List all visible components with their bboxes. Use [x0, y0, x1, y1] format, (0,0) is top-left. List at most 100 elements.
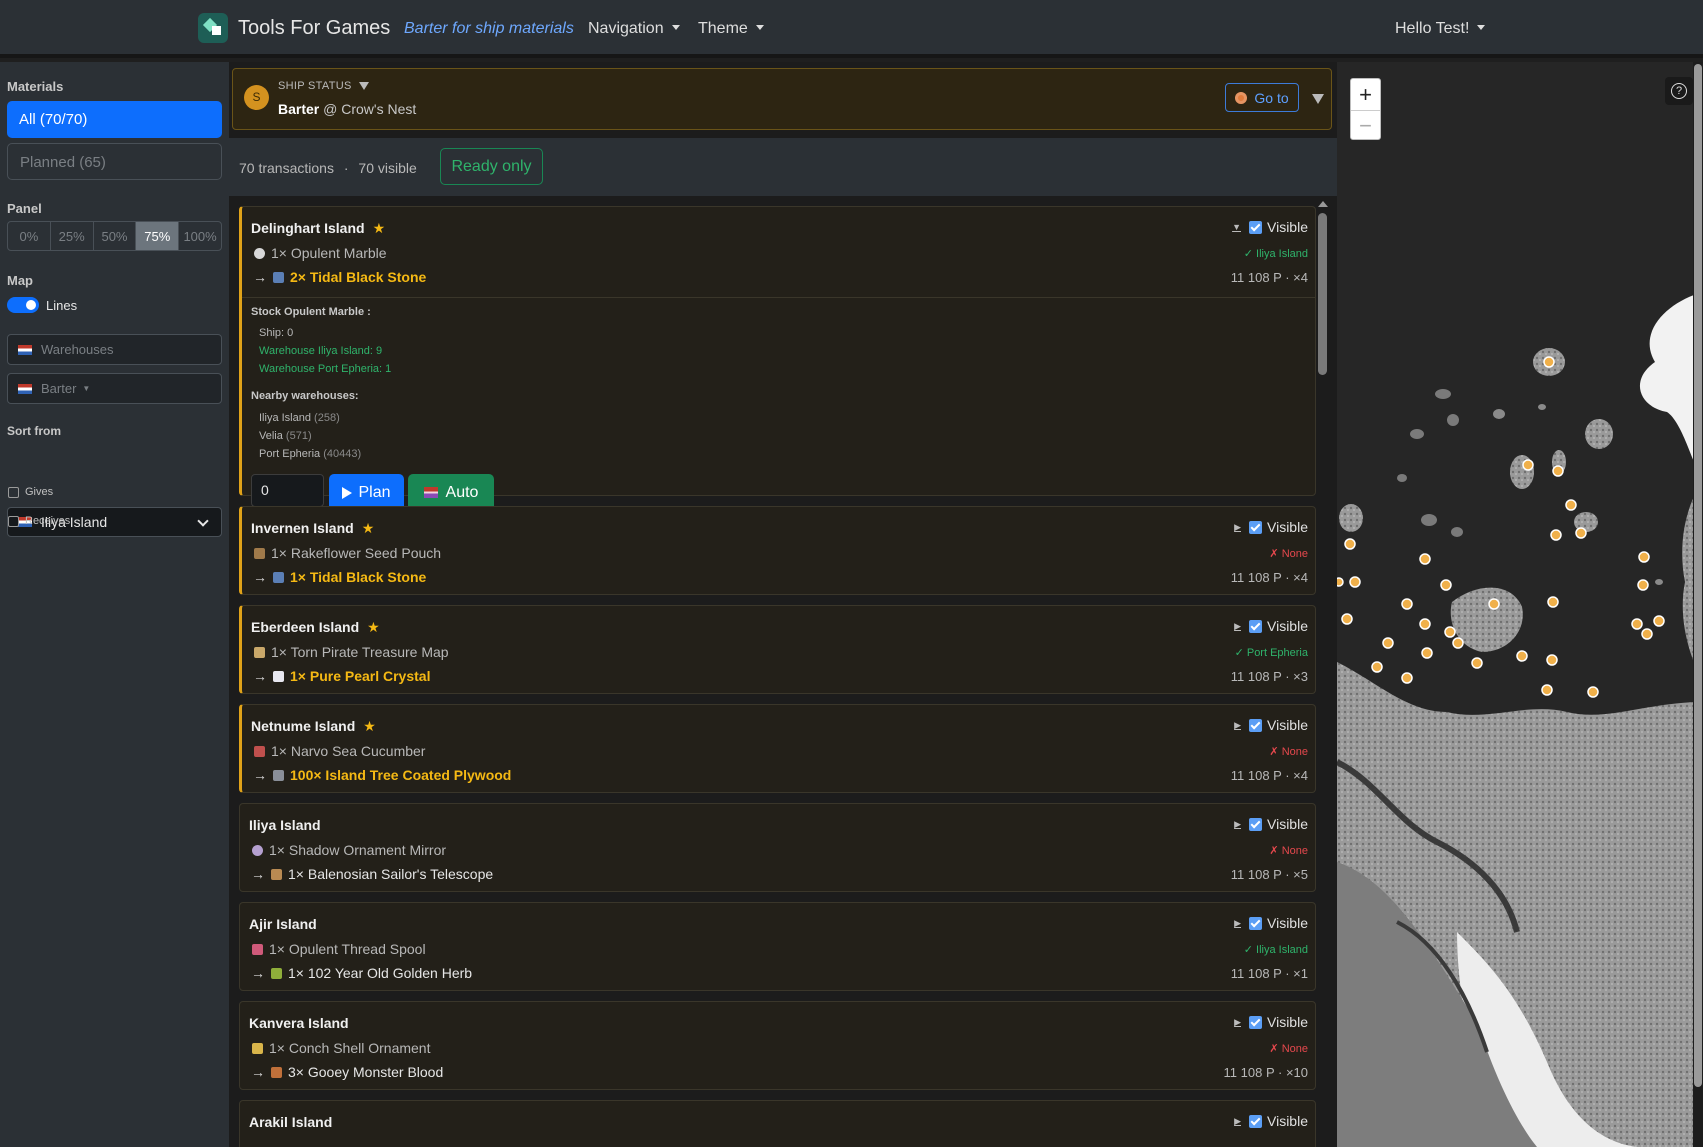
user-menu-dropdown[interactable]: Hello Test!	[1395, 20, 1485, 38]
barter-select-value: Barter	[41, 381, 77, 396]
quantity-input[interactable]: 0	[251, 474, 324, 507]
star-icon[interactable]: ★	[367, 619, 380, 635]
receives-checkbox-row[interactable]: Receives	[8, 515, 70, 527]
page-scrollbar[interactable]	[1693, 62, 1703, 1147]
transaction-card[interactable]: Arakil Island ▶ Visible	[239, 1100, 1316, 1147]
transaction-card[interactable]: Invernen Island ★ 1× Rakeflower Seed Pouc…	[239, 506, 1316, 595]
zoom-out-button[interactable]: −	[1351, 110, 1380, 141]
give-text: 1× Opulent Marble	[271, 245, 387, 261]
card-visibility: ▶ Visible	[1234, 1113, 1308, 1129]
zoom-in-button[interactable]: +	[1351, 79, 1380, 110]
transaction-card[interactable]: Delinghart Island ★ 1× Opulent Marble → 2×…	[239, 206, 1316, 511]
card-price: 11 108 P · ×5	[1230, 867, 1308, 882]
transaction-card[interactable]: Ajir Island 1× Opulent Thread Spool → 1× …	[239, 902, 1316, 991]
warehouse-icon	[18, 344, 32, 355]
star-icon[interactable]: ★	[373, 220, 386, 236]
island-name: Ajir Island	[249, 916, 317, 932]
nearby-1: Iliya Island (258)	[259, 412, 340, 424]
receives-label: Receives	[25, 515, 71, 527]
brand[interactable]: Tools For Games	[198, 13, 390, 43]
card-island: Delinghart Island ★	[251, 220, 385, 237]
materials-planned-button[interactable]: Planned (65)	[7, 143, 222, 180]
expand-caret-icon[interactable]: ▶	[1234, 819, 1241, 830]
nav-barter-link[interactable]: Barter for ship materials	[404, 20, 574, 38]
warehouses-filter[interactable]: Warehouses	[7, 334, 222, 365]
card-island: Kanvera Island	[249, 1015, 349, 1031]
star-icon[interactable]: ★	[363, 718, 376, 734]
nearby-2-name: Velia	[259, 430, 283, 442]
panel-option-50[interactable]: 50%	[94, 222, 137, 250]
nearby-1-name: Iliya Island	[259, 412, 311, 424]
card-get: → 1× Pure Pearl Crystal	[253, 668, 430, 684]
visible-checkbox[interactable]	[1249, 520, 1262, 534]
island-name: Netnume Island	[251, 718, 356, 734]
transaction-card[interactable]: Eberdeen Island ★ 1× Torn Pirate Treasure…	[239, 605, 1316, 694]
visible-checkbox[interactable]	[1249, 220, 1262, 234]
transaction-card[interactable]: Netnume Island ★ 1× Narvo Sea Cucumber → 1…	[239, 704, 1316, 793]
expand-caret-icon[interactable]: ▶	[1234, 522, 1241, 533]
scroll-up-icon[interactable]	[1318, 201, 1328, 207]
stock-title: Stock Opulent Marble :	[251, 306, 371, 318]
gives-checkbox-row[interactable]: Gives	[8, 486, 53, 498]
card-visibility: ▶ Visible	[1234, 618, 1308, 634]
conch-shell-icon	[252, 1042, 263, 1054]
list-scrollbar[interactable]	[1314, 196, 1332, 1147]
star-icon[interactable]: ★	[362, 520, 375, 536]
visible-checkbox[interactable]	[1249, 718, 1262, 732]
give-text: 1× Narvo Sea Cucumber	[271, 743, 426, 759]
nav-navigation-dropdown[interactable]: Navigation	[588, 20, 680, 38]
panel-option-100[interactable]: 100%	[179, 222, 221, 250]
arrow-right-icon: →	[251, 866, 265, 882]
page-scroll-thumb[interactable]	[1694, 64, 1702, 1087]
lines-toggle[interactable]	[7, 297, 39, 313]
map-help-button[interactable]: ?	[1665, 77, 1693, 105]
transaction-card[interactable]: Kanvera Island 1× Conch Shell Ornament →…	[239, 1001, 1316, 1090]
panel-option-0[interactable]: 0%	[8, 222, 51, 250]
visible-checkbox[interactable]	[1249, 1114, 1262, 1128]
visible-checkbox[interactable]	[1249, 1015, 1262, 1029]
goto-button[interactable]: Go to	[1225, 83, 1299, 112]
arrow-right-icon: →	[253, 569, 267, 585]
get-text: 1× Balenosian Sailor's Telescope	[288, 866, 494, 882]
expand-caret-icon[interactable]: ▶	[1234, 918, 1241, 929]
expand-caret-icon[interactable]: ▼	[1232, 222, 1241, 232]
island-name: Eberdeen Island	[251, 619, 360, 635]
expand-caret-icon[interactable]: ▶	[1234, 621, 1241, 632]
gives-checkbox[interactable]	[8, 486, 19, 498]
transaction-card[interactable]: Iliya Island 1× Shadow Ornament Mirror →…	[239, 803, 1316, 892]
visible-label: Visible	[1267, 219, 1308, 235]
panel-option-75[interactable]: 75%	[136, 222, 180, 250]
barter-filter-select[interactable]: Barter ▼	[7, 373, 222, 404]
world-map[interactable]: + − ?	[1337, 62, 1703, 1147]
panel-option-25[interactable]: 25%	[51, 222, 94, 250]
card-get: → 3× Gooey Monster Blood	[251, 1064, 443, 1080]
card-get: → 1× Tidal Black Stone	[253, 569, 426, 585]
visible-checkbox[interactable]	[1249, 916, 1262, 930]
ready-only-button[interactable]: Ready only	[440, 148, 543, 185]
materials-all-button[interactable]: All (70/70)	[7, 101, 222, 138]
ship-status-title: SHIP STATUS	[278, 80, 352, 92]
card-island: Invernen Island ★	[251, 520, 374, 537]
visible-checkbox[interactable]	[1249, 817, 1262, 831]
ship-status-toggle[interactable]: SHIP STATUS	[278, 80, 369, 92]
expand-caret-icon[interactable]: ▶	[1234, 1116, 1241, 1127]
brand-logo-icon	[198, 13, 228, 43]
plywood-icon	[273, 769, 284, 781]
map-canvas[interactable]	[1337, 62, 1703, 1147]
card-get: → 1× Balenosian Sailor's Telescope	[251, 866, 493, 882]
give-text: 1× Torn Pirate Treasure Map	[271, 644, 449, 660]
telescope-icon	[271, 868, 282, 880]
receives-checkbox[interactable]	[8, 515, 19, 527]
scroll-thumb[interactable]	[1318, 213, 1327, 375]
expand-caret-icon[interactable]: ▶	[1234, 720, 1241, 731]
triangle-down-icon	[358, 82, 369, 90]
visible-checkbox[interactable]	[1249, 619, 1262, 633]
arrow-right-icon: →	[251, 965, 265, 981]
card-price: 11 108 P · ×4	[1230, 570, 1308, 585]
expand-caret-icon[interactable]: ▶	[1234, 1017, 1241, 1028]
count-separator: ·	[343, 160, 349, 176]
filters-sidebar: Materials All (70/70) Planned (65) Panel…	[0, 62, 229, 1147]
nav-theme-dropdown[interactable]: Theme	[698, 20, 764, 38]
thread-spool-icon	[252, 943, 263, 955]
collapse-status-icon[interactable]	[1312, 94, 1324, 104]
